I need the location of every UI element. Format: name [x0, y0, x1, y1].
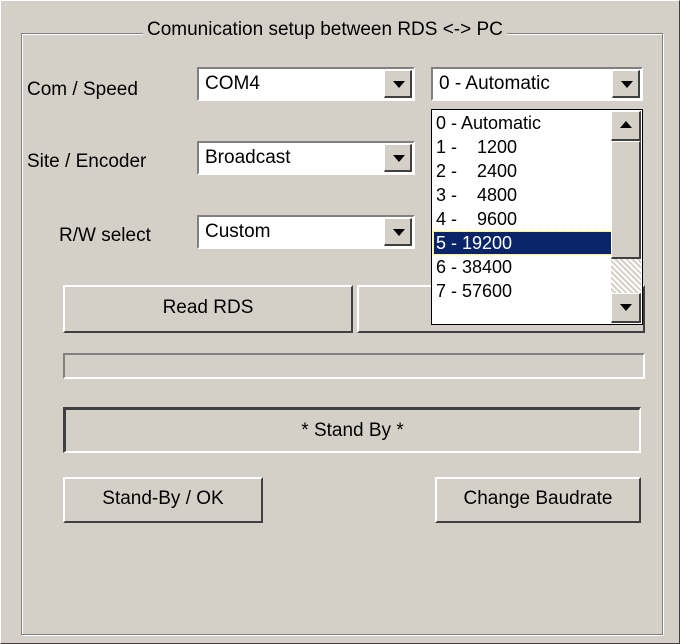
com-speed-label: Com / Speed [27, 79, 138, 100]
site-encoder-label: Site / Encoder [27, 151, 147, 172]
rw-select[interactable]: Custom [197, 215, 415, 249]
rw-select-label: R/W select [59, 225, 151, 246]
speed-option[interactable]: 6 - 38400 [434, 256, 614, 278]
rw-select-dropdown-button[interactable] [384, 218, 412, 246]
chevron-up-icon [620, 121, 632, 128]
com-port-dropdown-button[interactable] [384, 70, 412, 98]
standby-ok-button[interactable]: Stand-By / OK [63, 477, 263, 523]
site-encoder-value: Broadcast [205, 147, 291, 168]
status-display: * Stand By * [63, 407, 641, 453]
speed-value: 0 - Automatic [439, 73, 550, 94]
chevron-down-icon [393, 229, 405, 236]
progress-bar [63, 353, 645, 379]
chevron-down-icon [393, 81, 405, 88]
speed-option[interactable]: 1 - 1200 [434, 136, 614, 158]
speed-option-selected[interactable]: 5 - 19200 [433, 231, 615, 255]
scroll-track[interactable] [611, 259, 641, 293]
speed-option[interactable]: 3 - 4800 [434, 184, 614, 206]
chevron-down-icon [620, 304, 632, 311]
speed-dropdown-list[interactable]: 0 - Automatic 1 - 1200 2 - 2400 3 - 4800… [431, 109, 643, 325]
speed-option[interactable]: 7 - 57600 [434, 280, 614, 302]
read-rds-button[interactable]: Read RDS [63, 285, 353, 333]
rw-select-value: Custom [205, 221, 271, 242]
com-port-value: COM4 [205, 73, 260, 94]
site-encoder-select[interactable]: Broadcast [197, 141, 415, 175]
change-baudrate-button[interactable]: Change Baudrate [435, 477, 641, 523]
speed-option[interactable]: 4 - 9600 [434, 208, 614, 230]
setup-window: Comunication setup between RDS <-> PC Co… [0, 0, 680, 644]
scroll-down-button[interactable] [611, 293, 641, 323]
speed-select[interactable]: 0 - Automatic [431, 67, 643, 101]
chevron-down-icon [393, 155, 405, 162]
speed-option[interactable]: 0 - Automatic [434, 112, 614, 134]
dropdown-scrollbar[interactable] [611, 111, 641, 323]
chevron-down-icon [621, 81, 633, 88]
scroll-up-button[interactable] [611, 111, 641, 141]
speed-dropdown-button[interactable] [612, 70, 640, 98]
group-title: Comunication setup between RDS <-> PC [143, 19, 507, 41]
scroll-thumb[interactable] [611, 141, 641, 259]
speed-option[interactable]: 2 - 2400 [434, 160, 614, 182]
com-port-select[interactable]: COM4 [197, 67, 415, 101]
site-encoder-dropdown-button[interactable] [384, 144, 412, 172]
